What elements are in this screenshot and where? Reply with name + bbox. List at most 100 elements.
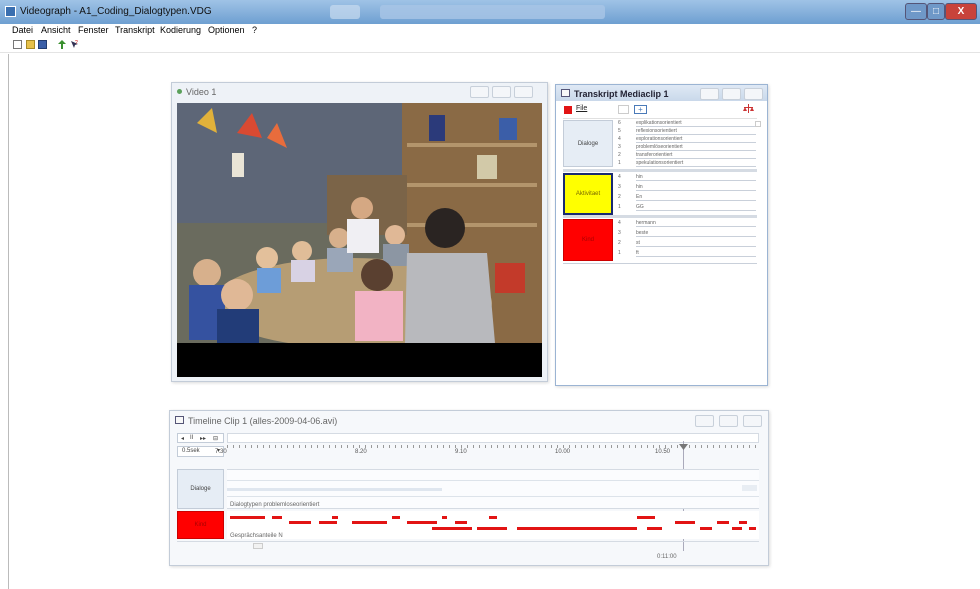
- toolbar: ?: [0, 37, 980, 53]
- minimize-button[interactable]: —: [905, 3, 927, 20]
- speech-segment[interactable]: [637, 516, 655, 519]
- timeline-restore-button[interactable]: [719, 415, 738, 427]
- speech-segment[interactable]: [477, 527, 507, 530]
- maximize-button[interactable]: □: [927, 3, 945, 20]
- speech-segment[interactable]: [517, 527, 637, 530]
- menu-bar: Datei Ansicht Fenster Transkript Kodieru…: [0, 24, 980, 37]
- speech-segment[interactable]: [717, 521, 729, 524]
- speech-segment[interactable]: [455, 521, 467, 524]
- menu-optionen[interactable]: Optionen: [208, 25, 245, 35]
- menu-datei[interactable]: Datei: [12, 25, 33, 35]
- code-number: 1: [618, 250, 621, 256]
- code-row[interactable]: explorationsorientiert: [636, 136, 756, 143]
- video-minimize-button[interactable]: [470, 86, 489, 98]
- code-row[interactable]: hin: [636, 174, 756, 181]
- pause-button[interactable]: II: [190, 435, 193, 441]
- track-label-dialoge[interactable]: Dialoge: [177, 469, 224, 509]
- code-number: 2: [618, 240, 621, 246]
- transcript-minimize-button[interactable]: [700, 88, 719, 100]
- code-row[interactable]: En: [636, 194, 756, 201]
- code-number: 5: [618, 128, 621, 134]
- speech-segment[interactable]: [675, 521, 695, 524]
- speech-segment[interactable]: [332, 516, 338, 519]
- transcript-window[interactable]: Transkript Mediaclip 1 File + Dialoge 6 …: [555, 84, 768, 386]
- code-number: 3: [618, 230, 621, 236]
- code-row[interactable]: st: [636, 240, 756, 247]
- menu-kodierung[interactable]: Kodierung: [160, 25, 201, 35]
- timeline-window[interactable]: Timeline Clip 1 (alles-2009-04-06.avi) ◂…: [169, 410, 769, 566]
- speech-segment[interactable]: [749, 527, 756, 530]
- save-icon[interactable]: [38, 40, 47, 49]
- open-folder-icon[interactable]: [26, 40, 35, 49]
- svg-text:?: ?: [75, 40, 78, 46]
- remove-row-icon[interactable]: [618, 105, 629, 114]
- transcript-restore-button[interactable]: [722, 88, 741, 100]
- dialog-code-segment[interactable]: [742, 485, 757, 491]
- code-row[interactable]: transferorientiert: [636, 152, 756, 159]
- code-row[interactable]: reflexionsorientiert: [636, 128, 756, 135]
- code-row[interactable]: GG: [636, 204, 756, 211]
- code-number: 1: [618, 160, 621, 166]
- timeline-h-scrollbar[interactable]: [177, 541, 759, 549]
- timeline-window-title: Timeline Clip 1 (alles-2009-04-06.avi): [188, 416, 338, 426]
- fast-forward-button[interactable]: ▸▸: [200, 435, 206, 442]
- add-row-button[interactable]: +: [634, 105, 647, 114]
- code-row[interactable]: hin: [636, 184, 756, 191]
- menu-help[interactable]: ?: [252, 25, 257, 35]
- stop-button[interactable]: ⊟: [213, 435, 218, 442]
- code-category-aktivitaet[interactable]: Aktivitaet: [563, 173, 613, 215]
- speech-segment[interactable]: [489, 516, 497, 519]
- video-maximize-button[interactable]: [514, 86, 533, 98]
- scrollbar-thumb[interactable]: [253, 543, 263, 549]
- code-category-kind[interactable]: Kind: [563, 219, 613, 261]
- speech-segment[interactable]: [272, 516, 282, 519]
- track-label-kind[interactable]: Kind: [177, 511, 224, 539]
- speech-segment[interactable]: [647, 527, 662, 530]
- time-display: 0:11:00: [657, 554, 677, 560]
- speech-segment[interactable]: [442, 516, 447, 519]
- marker-icon[interactable]: [58, 40, 67, 49]
- menu-transkript[interactable]: Transkript: [115, 25, 155, 35]
- code-row[interactable]: beste: [636, 230, 756, 237]
- timeline-minimize-button[interactable]: [695, 415, 714, 427]
- window-title: Videograph - A1_Coding_Dialogtypen.VDG: [20, 6, 212, 17]
- speech-segment[interactable]: [407, 521, 437, 524]
- speech-segment[interactable]: [732, 527, 742, 530]
- speech-segment[interactable]: [739, 521, 747, 524]
- speech-segment[interactable]: [352, 521, 387, 524]
- menu-ansicht[interactable]: Ansicht: [41, 25, 71, 35]
- video-frame[interactable]: [177, 103, 542, 377]
- speech-segment[interactable]: [230, 516, 265, 519]
- speech-segment[interactable]: [700, 527, 712, 530]
- playhead-handle-icon[interactable]: [679, 442, 688, 450]
- dialog-code-segment[interactable]: [227, 488, 442, 491]
- tick-label: 10.50: [655, 449, 671, 455]
- speech-segment[interactable]: [432, 527, 472, 530]
- code-row[interactable]: ft: [636, 250, 756, 257]
- code-category-dialoge[interactable]: Dialoge: [563, 120, 613, 167]
- record-icon[interactable]: [564, 106, 572, 114]
- scroll-up-arrow[interactable]: [755, 121, 761, 127]
- file-link[interactable]: File: [576, 105, 587, 112]
- transcript-maximize-button[interactable]: [744, 88, 763, 100]
- code-row[interactable]: spekulationsorientiert: [636, 160, 756, 167]
- scales-icon[interactable]: [743, 104, 754, 114]
- help-icon[interactable]: ?: [70, 40, 79, 49]
- new-file-icon[interactable]: [13, 40, 22, 49]
- taskbar-tab-blurred-long: [380, 5, 605, 19]
- code-row[interactable]: problemlöseorientiert: [636, 144, 756, 151]
- speech-segment[interactable]: [289, 521, 311, 524]
- speech-segment[interactable]: [319, 521, 337, 524]
- track-lane-kind[interactable]: [227, 511, 759, 539]
- timeline-maximize-button[interactable]: [743, 415, 762, 427]
- close-button[interactable]: X: [945, 3, 977, 20]
- code-row[interactable]: hermann: [636, 220, 756, 227]
- speech-segment[interactable]: [392, 516, 400, 519]
- menu-fenster[interactable]: Fenster: [78, 25, 109, 35]
- rewind-button[interactable]: ◂: [181, 435, 184, 442]
- code-row[interactable]: explikationsorientiert: [636, 120, 756, 127]
- transcript-end-line: [563, 263, 757, 264]
- video-status-icon: [177, 89, 182, 94]
- window-titlebar: Videograph - A1_Coding_Dialogtypen.VDG —…: [0, 0, 980, 24]
- video-restore-button[interactable]: [492, 86, 511, 98]
